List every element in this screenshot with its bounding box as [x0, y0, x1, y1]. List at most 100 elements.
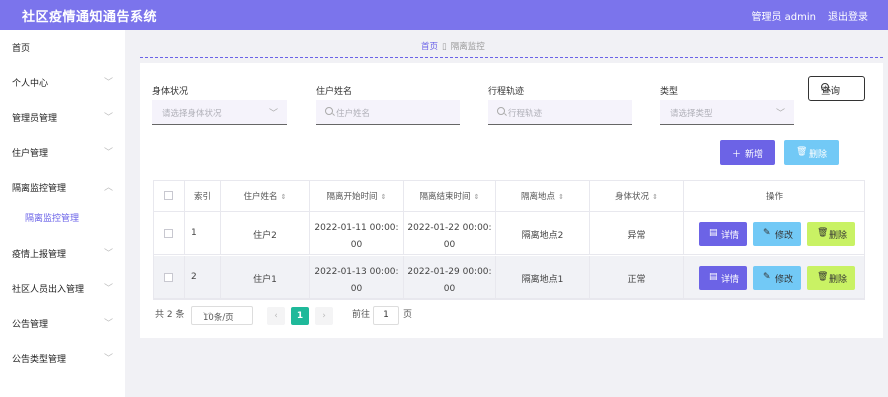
remove-button[interactable]: 🗑 删除: [807, 222, 855, 246]
status-select[interactable]: 请选择身体状况 ﹀: [152, 100, 287, 125]
end-value-wrap: 00: [443, 240, 456, 250]
sidebar-item-label: 公告管理: [12, 320, 49, 330]
chevron-down-icon: ﹀: [775, 109, 785, 119]
place-cell: 隔离地点1: [496, 256, 590, 299]
add-button[interactable]: ＋ 新增: [720, 140, 775, 165]
column-header-status[interactable]: 身体状况 ⇕: [590, 180, 684, 212]
sort-icon: ⇕: [558, 193, 564, 201]
status-value: 正常: [627, 275, 646, 285]
chevron-down-icon: ﹀: [103, 148, 113, 158]
app-title: 社区疫情通知通告系统: [22, 10, 158, 25]
start-value-wrap: 00: [350, 240, 363, 250]
sidebar-item-notice-type[interactable]: 公告类型管理 ﹀: [0, 348, 125, 368]
detail-button[interactable]: ▤ 详情: [699, 222, 747, 246]
sidebar-item-label: 隔离监控管理: [12, 184, 67, 194]
search-icon: [497, 107, 505, 115]
edit-button[interactable]: ✎ 修改: [753, 222, 801, 246]
sidebar-item-notice[interactable]: 公告管理 ﹀: [0, 313, 125, 333]
start-value: 2022-01-13 00:00:: [314, 267, 399, 277]
sidebar-item-isolation[interactable]: 隔离监控管理 ︿: [0, 177, 125, 197]
sidebar-item-report[interactable]: 疫情上报管理 ﹀: [0, 243, 125, 263]
start-value: 2022-01-11 00:00:: [314, 223, 399, 233]
name-filter-label: 住户姓名: [316, 87, 353, 97]
prev-page-button[interactable]: ‹: [267, 307, 285, 325]
index-cell: 1: [185, 212, 221, 255]
divider: [140, 57, 883, 58]
row-select-cell: [153, 256, 185, 299]
type-select[interactable]: 请选择类型 ﹀: [660, 100, 794, 125]
start-cell: 2022-01-13 00:00: 00: [310, 256, 404, 299]
sidebar: 首页 个人中心 ﹀ 管理员管理 ﹀ 住户管理 ﹀ 隔离监控管理 ︿ 隔离监控管理 疫情上…: [0, 30, 125, 397]
sidebar-item-access[interactable]: 社区人员出入管理 ﹀: [0, 278, 125, 298]
trash-icon: 🗑: [817, 272, 829, 282]
goto-page-input[interactable]: 1: [373, 306, 399, 325]
sidebar-subitem-isolation[interactable]: 隔离监控管理: [25, 211, 79, 224]
end-cell: 2022-01-29 00:00: 00: [404, 256, 496, 299]
document-icon: ▤: [709, 228, 718, 238]
plus-icon: ＋: [732, 150, 742, 160]
chevron-right-icon: ›: [322, 311, 326, 321]
column-header-label: 索引: [193, 192, 211, 202]
table-row: 1 住户2 2022-01-11 00:00: 00 2022-01-22 00:…: [153, 212, 865, 255]
detail-button[interactable]: ▤ 详情: [699, 266, 747, 290]
query-button[interactable]: 查询: [808, 76, 865, 101]
select-all-checkbox[interactable]: [164, 191, 173, 200]
sort-icon: ⇕: [473, 193, 480, 201]
next-page-button[interactable]: ›: [315, 307, 333, 325]
column-header-name[interactable]: 住户姓名 ⇕: [221, 180, 310, 212]
sort-icon: ⇕: [380, 193, 387, 201]
track-input[interactable]: 行程轨迹: [488, 100, 632, 125]
chevron-up-icon: ︿: [103, 183, 113, 193]
column-header-start[interactable]: 隔离开始时间 ⇕: [310, 180, 404, 212]
track-filter-label: 行程轨迹: [488, 87, 525, 97]
type-select-placeholder: 请选择类型: [670, 109, 713, 119]
total-count: 共 2 条: [155, 310, 185, 320]
name-value: 住户2: [253, 231, 277, 241]
sidebar-item-label: 公告类型管理: [12, 355, 67, 365]
name-value: 住户1: [253, 275, 277, 285]
chevron-down-icon: ﹀: [203, 312, 211, 321]
column-header-label: 操作: [765, 192, 783, 202]
search-icon: [821, 83, 829, 91]
current-user: 管理员 admin: [751, 12, 816, 23]
breadcrumb-home[interactable]: 首页: [421, 42, 438, 52]
column-header-place[interactable]: 隔离地点 ⇕: [496, 180, 590, 212]
logout-link[interactable]: 退出登录: [828, 8, 868, 23]
page-size-select[interactable]: 10条/页 ﹀: [191, 306, 253, 325]
sidebar-item-label: 疫情上报管理: [12, 250, 67, 260]
column-header-end[interactable]: 隔离结束时间 ⇕: [404, 180, 496, 212]
table-row: 2 住户1 2022-01-13 00:00: 00 2022-01-29 00:…: [153, 256, 865, 299]
trash-icon: 🗑: [817, 228, 829, 238]
status-filter-label: 身体状况: [152, 87, 189, 97]
breadcrumb: 首页 ▯ 隔离监控: [421, 40, 485, 52]
name-cell: 住户1: [221, 256, 310, 299]
name-input-placeholder: 住户姓名: [336, 109, 371, 119]
sidebar-item-admin[interactable]: 管理员管理 ﹀: [0, 107, 125, 127]
breadcrumb-current: 隔离监控: [450, 42, 485, 52]
chevron-down-icon: ﹀: [268, 109, 278, 119]
end-cell: 2022-01-22 00:00: 00: [404, 212, 496, 255]
column-header-label: 隔离结束时间: [419, 192, 471, 202]
sidebar-item-home[interactable]: 首页: [0, 37, 125, 57]
name-input[interactable]: 住户姓名: [316, 100, 460, 125]
edit-label: 修改: [775, 231, 794, 241]
chevron-left-icon: ‹: [274, 311, 278, 321]
page-number-current[interactable]: 1: [291, 307, 309, 325]
row-checkbox[interactable]: [164, 229, 173, 238]
bulk-delete-button[interactable]: 🗑 删除: [784, 140, 839, 165]
column-header-label: 住户姓名: [243, 192, 278, 202]
index-cell: 2: [185, 256, 221, 299]
sidebar-item-profile[interactable]: 个人中心 ﹀: [0, 72, 125, 92]
document-icon: ▤: [709, 272, 718, 282]
edit-button[interactable]: ✎ 修改: [753, 266, 801, 290]
sidebar-item-residents[interactable]: 住户管理 ﹀: [0, 142, 125, 162]
chevron-down-icon: ﹀: [103, 284, 113, 294]
remove-button[interactable]: 🗑 删除: [807, 266, 855, 290]
type-filter-label: 类型: [660, 87, 679, 97]
sidebar-item-label: 个人中心: [12, 79, 49, 89]
top-bar: 社区疫情通知通告系统 管理员 admin 退出登录: [0, 0, 888, 30]
row-checkbox[interactable]: [164, 273, 173, 282]
index-value: 1: [191, 228, 197, 238]
column-header-label: 身体状况: [615, 192, 650, 202]
chevron-down-icon: ﹀: [103, 113, 113, 123]
